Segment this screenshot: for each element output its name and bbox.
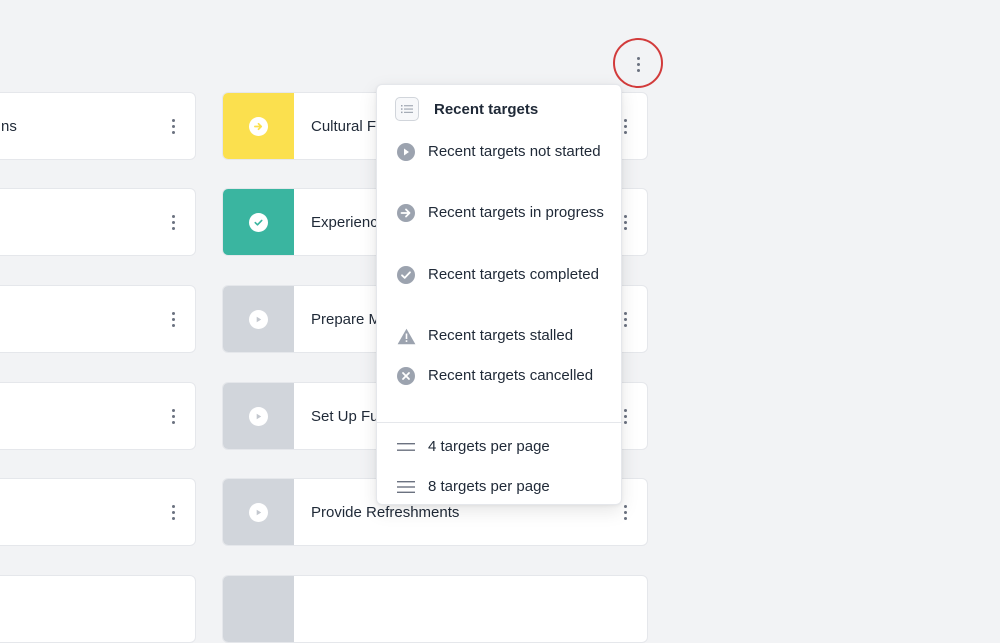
target-card[interactable]: [0, 575, 196, 643]
target-card[interactable]: [0, 285, 196, 353]
status-tile-in-progress: [223, 93, 294, 159]
menu-item-in-progress[interactable]: Recent targets in progress: [395, 202, 609, 224]
two-lines-icon: [395, 441, 417, 453]
menu-item-label: Recent targets cancelled: [428, 367, 594, 384]
menu-item-label: Recent targets completed: [428, 266, 599, 283]
menu-title: Recent targets: [434, 100, 539, 118]
check-icon: [249, 212, 268, 232]
menu-item-label: Recent targets in progress: [428, 204, 604, 221]
list-icon: [395, 97, 419, 121]
target-card[interactable]: [0, 478, 196, 546]
recent-targets-menu: Recent targets Recent targets not starte…: [376, 84, 622, 505]
menu-divider: [377, 422, 621, 423]
menu-item-label: Recent targets not started: [428, 143, 601, 160]
menu-item-8-per-page[interactable]: 8 targets per page: [395, 476, 609, 498]
play-icon: [249, 309, 268, 329]
menu-item-not-started[interactable]: Recent targets not started: [395, 141, 609, 163]
status-tile-completed: [223, 189, 294, 255]
target-card[interactable]: [222, 575, 648, 643]
menu-item-4-per-page[interactable]: 4 targets per page: [395, 436, 609, 458]
status-tile-not-started: [223, 576, 294, 642]
menu-item-stalled[interactable]: Recent targets stalled: [395, 325, 609, 347]
arrow-circle-icon: [395, 204, 417, 222]
check-circle-icon: [395, 266, 417, 284]
menu-item-cancelled[interactable]: Recent targets cancelled: [395, 365, 609, 387]
menu-header: Recent targets: [395, 97, 538, 121]
menu-item-label: 4 targets per page: [428, 438, 550, 455]
target-card[interactable]: [0, 188, 196, 256]
menu-item-completed[interactable]: Recent targets completed: [395, 264, 609, 286]
status-tile-not-started: [223, 286, 294, 352]
play-circle-icon: [395, 143, 417, 161]
status-tile-not-started: [223, 383, 294, 449]
x-circle-icon: [395, 367, 417, 385]
card-more-options-icon[interactable]: [163, 112, 183, 140]
card-more-options-icon[interactable]: [163, 208, 183, 236]
three-lines-icon: [395, 480, 417, 494]
target-card-label: ns: [1, 117, 17, 135]
warning-triangle-icon: [395, 328, 417, 345]
arrow-right-icon: [249, 116, 268, 136]
card-more-options-icon[interactable]: [163, 402, 183, 430]
status-tile-not-started: [223, 479, 294, 545]
target-card[interactable]: ns: [0, 92, 196, 160]
card-more-options-icon[interactable]: [163, 305, 183, 333]
target-card-label: Provide Refreshments: [311, 503, 460, 521]
card-more-options-icon[interactable]: [163, 498, 183, 526]
menu-item-label: 8 targets per page: [428, 478, 550, 495]
highlight-ring: [613, 38, 663, 88]
target-card[interactable]: [0, 382, 196, 450]
play-icon: [249, 502, 268, 522]
play-icon: [249, 406, 268, 426]
menu-item-label: Recent targets stalled: [428, 327, 574, 344]
